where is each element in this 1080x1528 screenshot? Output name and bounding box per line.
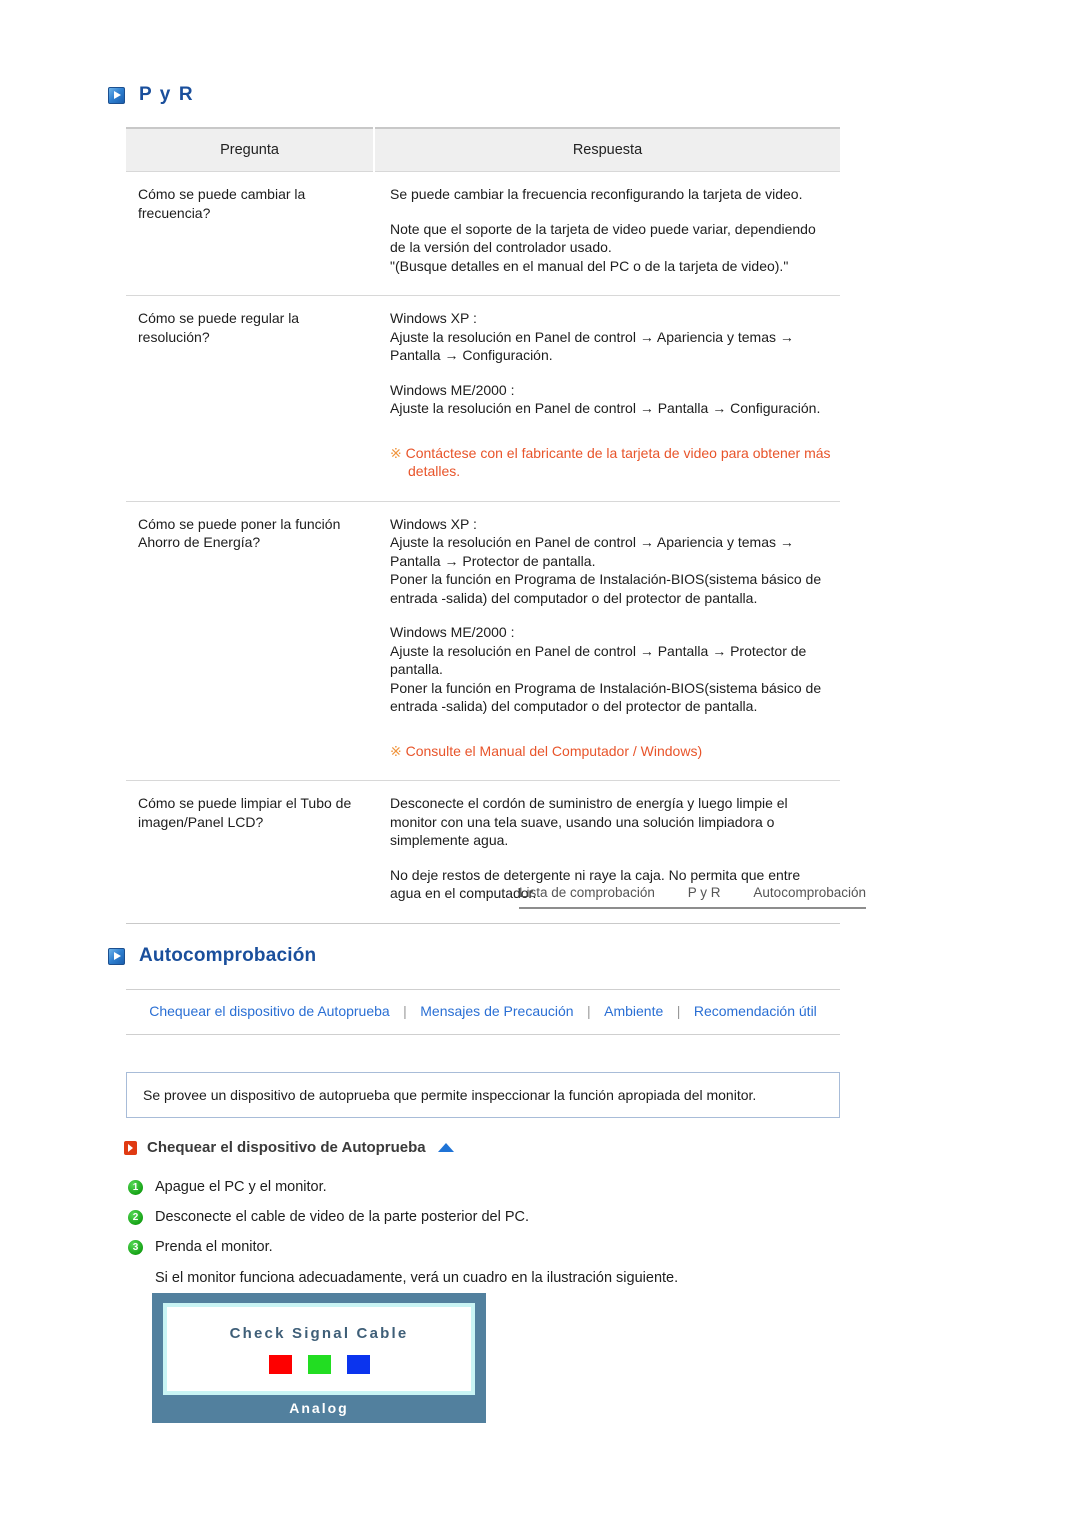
answer-cell: Windows XP : Ajuste la resolución en Pan… xyxy=(374,501,840,781)
blue-up-triangle-icon[interactable] xyxy=(437,1143,454,1152)
question-cell: Cómo se puede limpiar el Tubo de imagen/… xyxy=(126,780,374,924)
qa-table: Pregunta Respuesta Cómo se puede cambiar… xyxy=(126,127,840,924)
green-swatch xyxy=(307,1354,331,1374)
table-row: Cómo se puede poner la función Ahorro de… xyxy=(126,501,840,781)
breadcrumb: Lista de comprobación P y R Autocomproba… xyxy=(519,885,866,909)
answer-paragraph: Windows XP : Ajuste la resolución en Pan… xyxy=(390,310,794,363)
blue-swatch xyxy=(346,1354,370,1374)
selftest-heading-label: Autocomprobación xyxy=(139,945,317,966)
answer-paragraph: Desconecte el cordón de suministro de en… xyxy=(390,795,788,848)
selftest-link-bar: Chequear el dispositivo de Autoprueba | … xyxy=(126,989,840,1035)
qa-heading-label: P y R xyxy=(139,84,195,105)
step-text: Prenda el monitor. xyxy=(155,1239,273,1255)
subsection-check-selftest-device: Chequear el dispositivo de Autoprueba xyxy=(124,1139,454,1156)
list-item: 2 Desconecte el cable de video de la par… xyxy=(128,1208,828,1227)
step-text: Apague el PC y el monitor. xyxy=(155,1179,327,1195)
column-header-question: Pregunta xyxy=(126,128,375,172)
answer-paragraph: Windows ME/2000 : Ajuste la resolución e… xyxy=(390,624,822,714)
selftest-info-box: Se provee un dispositivo de autoprueba q… xyxy=(126,1072,840,1118)
blue-arrow-icon xyxy=(108,947,125,965)
link-separator: | xyxy=(403,1003,407,1019)
link-check-selftest-device[interactable]: Chequear el dispositivo de Autoprueba xyxy=(149,1003,390,1019)
column-header-answer: Respuesta xyxy=(374,128,840,172)
table-header-row: Pregunta Respuesta xyxy=(126,128,840,172)
breadcrumb-item-qa[interactable]: P y R xyxy=(688,885,721,900)
note-mark-icon: ※ xyxy=(390,742,402,759)
table-row: Cómo se puede regular la resolución? Win… xyxy=(126,295,840,502)
link-environment[interactable]: Ambiente xyxy=(604,1003,663,1019)
note-text: Consulte el Manual del Computador / Wind… xyxy=(405,742,703,759)
answer-cell: Se puede cambiar la frecuencia reconfigu… xyxy=(374,171,840,296)
question-cell: Cómo se puede cambiar la frecuencia? xyxy=(126,171,374,296)
subsection-title: Chequear el dispositivo de Autoprueba xyxy=(147,1139,426,1156)
monitor-screen: Check Signal Cable xyxy=(163,1303,475,1395)
monitor-illustration: Check Signal Cable Analog xyxy=(152,1293,486,1423)
answer-note: ※ Contáctese con el fabricante de la tar… xyxy=(390,444,832,481)
qa-section-heading: P y R xyxy=(108,84,194,106)
step-number-badge: 1 xyxy=(128,1180,143,1195)
red-arrow-icon xyxy=(124,1140,137,1155)
breadcrumb-item-selftest[interactable]: Autocomprobación xyxy=(753,885,866,900)
answer-paragraph: Se puede cambiar la frecuencia reconfigu… xyxy=(390,186,803,202)
step-text: Desconecte el cable de video de la parte… xyxy=(155,1209,529,1225)
list-item: 3 Prenda el monitor. xyxy=(128,1238,828,1257)
answer-paragraph: Windows ME/2000 : Ajuste la resolución e… xyxy=(390,381,821,417)
screen-title: Check Signal Cable xyxy=(229,1324,409,1342)
note-mark-icon: ※ xyxy=(390,444,402,461)
link-separator: | xyxy=(587,1003,591,1019)
color-swatches xyxy=(268,1354,370,1374)
question-cell: Cómo se puede poner la función Ahorro de… xyxy=(126,501,374,781)
answer-paragraph: Note que el soporte de la tarjeta de vid… xyxy=(390,220,816,274)
note-text: Contáctese con el fabricante de la tarje… xyxy=(405,444,831,480)
blue-arrow-icon xyxy=(108,86,125,104)
manual-page: P y R Pregunta Respuesta Cómo se puede c… xyxy=(0,0,1080,1528)
answer-paragraph: Windows XP : Ajuste la resolución en Pan… xyxy=(390,515,822,606)
red-swatch xyxy=(268,1354,292,1374)
selftest-steps-list: 1 Apague el PC y el monitor. 2 Desconect… xyxy=(128,1178,828,1286)
link-useful-recommendation[interactable]: Recomendación útil xyxy=(694,1003,817,1019)
steps-note: Si el monitor funciona adecuadamente, ve… xyxy=(155,1270,679,1286)
monitor-input-label: Analog xyxy=(289,1400,349,1416)
link-warning-messages[interactable]: Mensajes de Precaución xyxy=(420,1003,573,1019)
table-row: Cómo se puede cambiar la frecuencia? Se … xyxy=(126,171,840,296)
step-number-badge: 2 xyxy=(128,1210,143,1225)
list-item: 1 Apague el PC y el monitor. xyxy=(128,1178,828,1197)
selftest-section-heading: Autocomprobación xyxy=(108,945,316,967)
answer-cell: Windows XP : Ajuste la resolución en Pan… xyxy=(374,295,840,502)
question-cell: Cómo se puede regular la resolución? xyxy=(126,295,374,502)
link-separator: | xyxy=(676,1003,681,1019)
breadcrumb-item-checklist[interactable]: Lista de comprobación xyxy=(519,885,655,900)
answer-note: ※ Consulte el Manual del Computador / Wi… xyxy=(390,742,832,761)
step-number-badge: 3 xyxy=(128,1240,143,1255)
